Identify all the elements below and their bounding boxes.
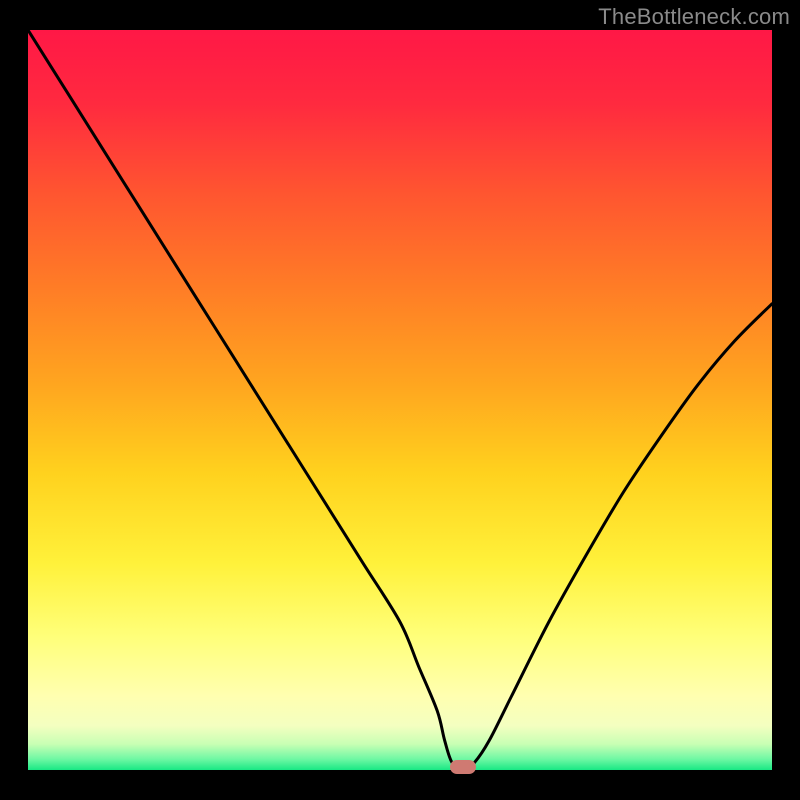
optimum-marker [450, 760, 476, 774]
plot-area [28, 30, 772, 770]
chart-frame: TheBottleneck.com [0, 0, 800, 800]
watermark-text: TheBottleneck.com [598, 4, 790, 30]
bottleneck-curve [28, 30, 772, 770]
